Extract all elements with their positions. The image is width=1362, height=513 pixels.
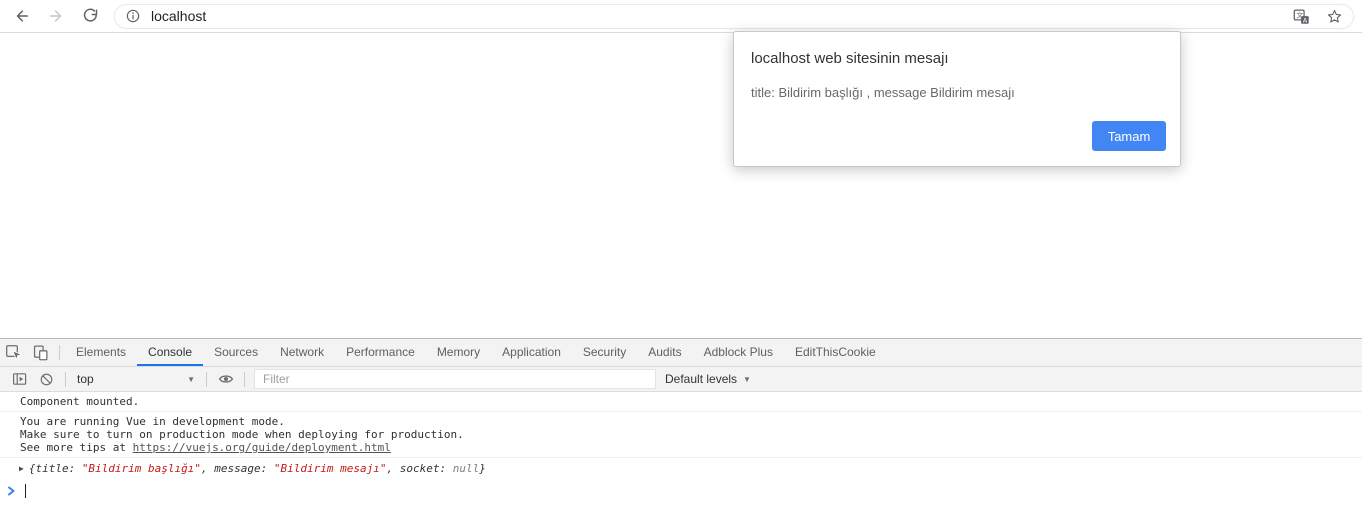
page-info-icon[interactable] [125,8,141,24]
console-message: Component mounted. [0,392,1362,412]
url-text[interactable]: localhost [151,8,1293,24]
console-object-message: ▶ {title: "Bildirim başlığı", message: "… [0,458,1362,479]
clear-console-icon [39,372,54,387]
reload-icon [82,8,99,25]
tab-memory[interactable]: Memory [426,339,491,366]
tab-editthiscookie[interactable]: EditThisCookie [784,339,887,366]
ok-button[interactable]: Tamam [1092,121,1166,151]
console-message-text: Make sure to turn on production mode whe… [20,428,1360,441]
forward-icon [47,7,65,25]
dialog-title: localhost web sitesinin mesajı [751,50,949,67]
tab-application[interactable]: Application [491,339,572,366]
dialog-message: title: Bildirim başlığı , message Bildir… [751,85,1015,100]
execution-context-selector[interactable]: top ▼ [71,372,201,386]
translate-icon[interactable]: 文 A [1293,8,1310,25]
text-cursor [25,484,26,498]
chevron-down-icon: ▼ [743,375,751,384]
chevron-down-icon: ▼ [187,375,195,384]
alert-dialog: localhost web sitesinin mesajı title: Bi… [733,31,1181,167]
console-message-text: See more tips at https://vuejs.org/guide… [20,441,1360,454]
prompt-chevron-icon [7,485,16,497]
console-toolbar: top ▼ Default levels ▼ [0,367,1362,392]
tab-performance[interactable]: Performance [335,339,426,366]
console-message: You are running Vue in development mode.… [0,412,1362,458]
divider [59,345,60,360]
disclosure-triangle-icon[interactable]: ▶ [19,462,24,475]
devtools-panel: Elements Console Sources Network Perform… [0,338,1362,513]
console-sidebar-toggle[interactable] [6,371,33,387]
device-toolbar-button[interactable] [27,339,54,366]
bookmark-star-icon[interactable] [1326,8,1343,25]
object-token: } [479,462,486,475]
console-message-text: Component mounted. [20,395,1360,408]
sidebar-panel-icon [12,371,28,387]
reload-button[interactable] [76,2,104,30]
divider [65,372,66,387]
browser-window: localhost 文 A localhost web sitesinin me… [0,0,1362,513]
log-levels-selector[interactable]: Default levels ▼ [665,372,751,386]
svg-text:A: A [1303,16,1308,24]
console-message-text: You are running Vue in development mode. [20,415,1360,428]
tab-sources[interactable]: Sources [203,339,269,366]
back-button[interactable] [8,2,36,30]
deployment-guide-link[interactable]: https://vuejs.org/guide/deployment.html [133,441,391,454]
inspect-element-button[interactable] [0,339,27,366]
clear-console-button[interactable] [33,372,60,387]
object-token-string: "Bildirim mesajı" [274,462,387,475]
inspect-cursor-icon [5,344,22,361]
tab-network[interactable]: Network [269,339,335,366]
divider [244,372,245,387]
back-icon [13,7,31,25]
console-filter-input[interactable] [254,369,656,389]
tab-elements[interactable]: Elements [65,339,137,366]
tab-adblock-plus[interactable]: Adblock Plus [693,339,784,366]
object-preview: {title: "Bildirim başlığı", message: "Bi… [29,462,486,475]
log-levels-label: Default levels [665,372,737,386]
forward-button[interactable] [42,2,70,30]
tab-security[interactable]: Security [572,339,637,366]
object-token: , socket: [386,462,452,475]
browser-toolbar: localhost 文 A [0,0,1362,33]
device-toolbar-icon [32,344,49,361]
object-token-string: "Bildirim başlığı" [82,462,201,475]
object-token: {title: [29,462,82,475]
tab-audits[interactable]: Audits [637,339,692,366]
context-label: top [77,372,94,386]
devtools-tabbar: Elements Console Sources Network Perform… [0,339,1362,367]
divider [206,372,207,387]
object-token: , message: [201,462,274,475]
console-output: Component mounted. You are running Vue i… [0,392,1362,498]
tab-console[interactable]: Console [137,339,203,366]
object-token-null: null [453,462,480,475]
console-prompt[interactable] [0,479,1362,498]
address-bar[interactable]: localhost 文 A [114,4,1354,29]
link-prefix-text: See more tips at [20,441,133,454]
eye-icon [218,371,234,387]
live-expression-button[interactable] [212,371,239,387]
